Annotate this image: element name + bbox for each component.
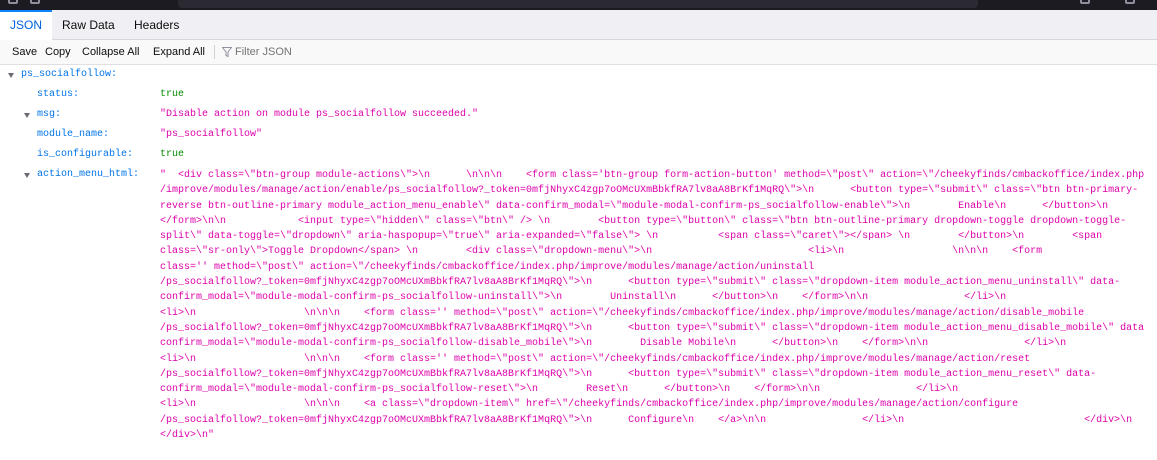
html-line: confirm_modal=\"module-modal-confirm-ps_… bbox=[160, 384, 959, 396]
address-bar[interactable] bbox=[178, 0, 978, 8]
html-line: </div>\n" bbox=[160, 430, 215, 442]
tree-value-module-name: "ps_socialfollow" bbox=[160, 129, 263, 140]
expand-toggle-icon[interactable] bbox=[24, 173, 30, 178]
html-line: split\" data-toggle=\"dropdown\" aria-ha… bbox=[160, 231, 1103, 243]
collapse-all-button[interactable]: Collapse All bbox=[82, 40, 139, 64]
extensions-icon[interactable] bbox=[1080, 0, 1090, 4]
filter-json-input[interactable] bbox=[235, 40, 435, 64]
html-line: reverse btn-outline-primary module_actio… bbox=[160, 200, 1109, 212]
tab-headers[interactable]: Headers bbox=[124, 10, 189, 40]
tree-key-status: status: bbox=[37, 89, 80, 100]
tree-key-msg[interactable]: msg: bbox=[37, 108, 61, 122]
expand-toggle-icon[interactable] bbox=[24, 113, 30, 118]
html-line: <li>\n \n\n\n <form class='' method=\"po… bbox=[160, 307, 1085, 319]
tree-value-status: true bbox=[160, 89, 185, 100]
html-line: " <div class=\"btn-group module-actions\… bbox=[160, 170, 1145, 181]
copy-button[interactable]: Copy bbox=[45, 40, 71, 64]
html-line: </form>\n\n <input type=\"hidden\" class… bbox=[160, 215, 1127, 227]
forward-icon[interactable] bbox=[30, 0, 40, 4]
html-line: /ps_socialfollow?_token=0mfjNhyxC4zgp7oO… bbox=[160, 322, 1145, 334]
html-line: <li>\n \n\n\n <form class='' method=\"po… bbox=[160, 353, 1031, 365]
tab-raw-data[interactable]: Raw Data bbox=[52, 10, 125, 40]
html-line: class='' method=\"post\" action=\"/cheek… bbox=[160, 261, 815, 273]
menu-icon[interactable] bbox=[1125, 0, 1135, 4]
toolbar-divider bbox=[214, 45, 215, 59]
tree-value-msg: "Disable action on module ps_socialfollo… bbox=[160, 109, 479, 120]
funnel-icon bbox=[222, 47, 232, 57]
json-tree: ps_socialfollow: status: true msg: "Disa… bbox=[0, 66, 1157, 460]
browser-chrome bbox=[0, 0, 1157, 10]
expand-all-button[interactable]: Expand All bbox=[153, 40, 205, 64]
tree-value-is-configurable: true bbox=[160, 149, 185, 160]
html-line: <li>\n \n\n\n <a class=\"dropdown-item\"… bbox=[160, 399, 1019, 411]
viewer-tabs: JSON Raw Data Headers bbox=[0, 10, 1157, 40]
back-icon[interactable] bbox=[8, 0, 18, 4]
html-line: /ps_socialfollow?_token=0mfjNhyxC4zgp7oO… bbox=[160, 277, 1121, 289]
html-line: confirm_modal=\"module-modal-confirm-ps_… bbox=[160, 292, 1007, 304]
html-line: /ps_socialfollow?_token=0mfjNhyxC4zgp7oO… bbox=[160, 368, 1097, 380]
expand-toggle-icon[interactable] bbox=[8, 73, 14, 78]
html-line: confirm_modal=\"module-modal-confirm-ps_… bbox=[160, 338, 1067, 350]
tree-key-action-menu-html[interactable]: action_menu_html: bbox=[37, 168, 139, 182]
tree-key-module-name: module_name: bbox=[37, 129, 110, 140]
json-toolbar: Save Copy Collapse All Expand All bbox=[0, 40, 1157, 65]
html-line: /ps_socialfollow?_token=0mfjNhyxC4zgp7oO… bbox=[160, 414, 1133, 426]
html-line: class=\"sr-only\">Toggle Dropdown</span>… bbox=[160, 246, 1043, 258]
save-button[interactable]: Save bbox=[12, 40, 37, 64]
tree-value-action-menu-html: " <div class=\"btn-group module-actions\… bbox=[160, 168, 1145, 443]
html-line: /improve/modules/manage/action/enable/ps… bbox=[160, 185, 1139, 197]
tree-key-root[interactable]: ps_socialfollow: bbox=[21, 68, 117, 82]
tab-json[interactable]: JSON bbox=[0, 10, 52, 40]
tree-key-is-configurable: is_configurable: bbox=[37, 149, 134, 160]
